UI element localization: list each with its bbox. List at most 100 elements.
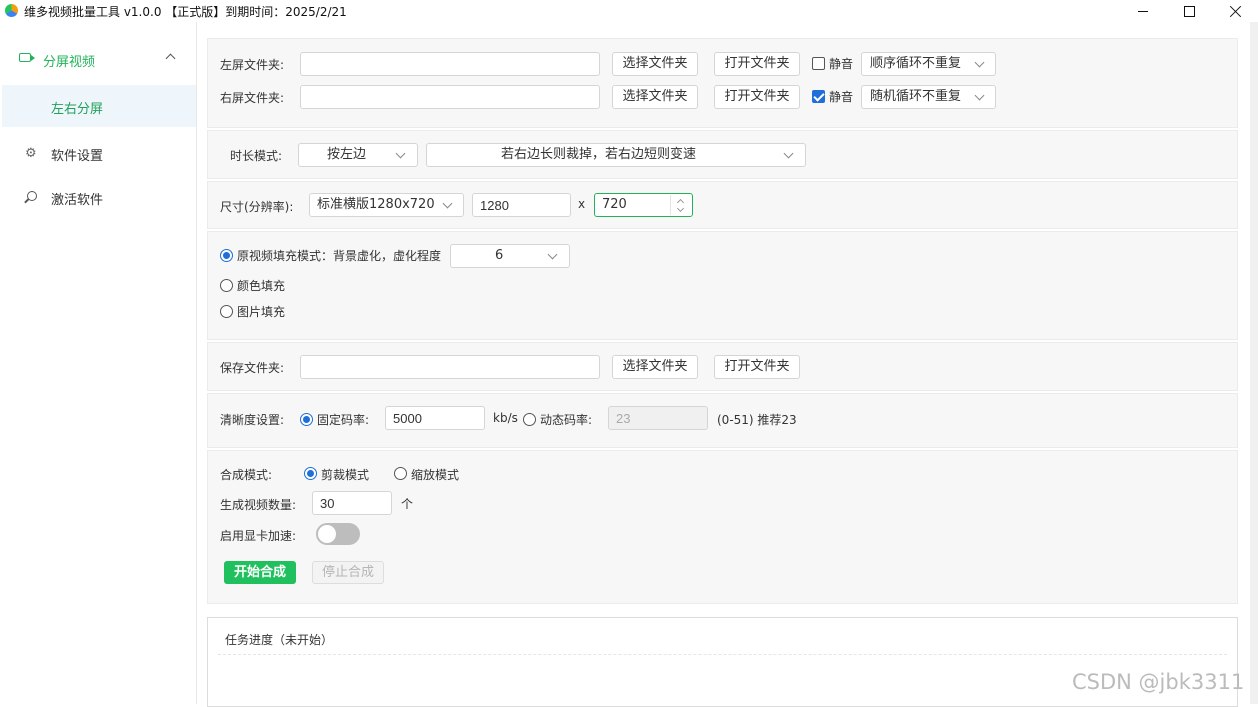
sidebar-item-settings[interactable]: ⚙ 软件设置	[0, 138, 196, 168]
watermark: CSDN @jbk3311	[1072, 670, 1245, 694]
size-label: 尺寸(分辨率):	[220, 200, 294, 214]
crop-mode-label: 剪裁模式	[321, 468, 370, 482]
size-panel: 尺寸(分辨率): 标准横版1280x720 x 720	[207, 181, 1238, 229]
left-mute-label: 静音	[829, 57, 854, 71]
start-compose-button[interactable]: 开始合成	[224, 561, 296, 584]
right-order-value: 随机循环不重复	[870, 89, 962, 104]
crop-mode-radio[interactable]	[304, 467, 317, 480]
fixed-bitrate-label: 固定码率:	[317, 413, 370, 427]
video-camera-icon	[19, 53, 35, 62]
search-icon	[27, 191, 37, 201]
video-count-label: 生成视频数量:	[220, 498, 297, 512]
width-input[interactable]	[472, 193, 571, 217]
compose-panel: 合成模式: 剪裁模式 缩放模式 生成视频数量: 个 启用显卡加速: 开始合成 停…	[207, 450, 1238, 604]
gpu-accel-toggle[interactable]	[316, 523, 360, 545]
toggle-knob	[318, 525, 336, 543]
save-folder-label: 保存文件夹:	[220, 361, 285, 375]
left-folder-label: 左屏文件夹:	[220, 58, 285, 72]
fill-color-label: 颜色填充	[237, 279, 286, 293]
sidebar-group-label: 分屏视频	[43, 55, 96, 70]
scale-mode-radio[interactable]	[394, 467, 407, 480]
chevron-down-icon	[974, 57, 985, 68]
fill-color-radio[interactable]	[220, 279, 233, 292]
duration-mode-value: 按左边	[327, 147, 367, 162]
chevron-down-icon	[783, 148, 794, 159]
sidebar-item-label: 软件设置	[51, 149, 104, 164]
save-folder-panel: 保存文件夹: 选择文件夹 打开文件夹	[207, 342, 1238, 391]
fill-blur-radio[interactable]	[220, 249, 233, 262]
chevron-down-icon[interactable]	[676, 204, 685, 213]
chevron-down-icon	[547, 249, 558, 260]
sidebar-group-split-video[interactable]: 分屏视频	[0, 44, 196, 74]
sidebar-item-activate[interactable]: 激活软件	[0, 182, 196, 212]
chevron-down-icon	[395, 148, 406, 159]
gear-icon: ⚙	[25, 146, 37, 161]
duration-rule-value: 若右边长则裁掉，若右边短则变速	[501, 147, 697, 162]
dynamic-bitrate-label: 动态码率:	[540, 413, 593, 427]
duration-panel: 时长模式: 按左边 若右边长则裁掉，若右边短则变速	[207, 130, 1238, 179]
window-title: 维多视频批量工具 v1.0.0 【正式版】到期时间：2025/2/21	[24, 5, 347, 19]
left-mute-checkbox[interactable]	[812, 57, 825, 70]
right-folder-label: 右屏文件夹:	[220, 91, 285, 105]
duration-mode-label: 时长模式:	[230, 149, 283, 163]
gpu-accel-label: 启用显卡加速:	[220, 529, 297, 543]
left-order-select[interactable]: 顺序循环不重复	[861, 52, 996, 76]
save-open-folder-button[interactable]: 打开文件夹	[714, 355, 800, 379]
minimize-button[interactable]	[1120, 0, 1166, 22]
close-icon	[1229, 5, 1242, 18]
sidebar-item-label: 激活软件	[51, 193, 104, 208]
right-open-folder-button[interactable]: 打开文件夹	[714, 85, 800, 109]
chevron-down-icon	[974, 90, 985, 101]
duration-mode-select[interactable]: 按左边	[298, 143, 418, 167]
quality-label: 清晰度设置:	[220, 413, 285, 427]
fill-mode-panel: 原视频填充模式：背景虚化，虚化程度 6 颜色填充 图片填充	[207, 231, 1238, 340]
app-logo-icon	[5, 4, 18, 17]
dynamic-bitrate-radio[interactable]	[523, 413, 536, 426]
blur-level-select[interactable]: 6	[450, 244, 570, 268]
height-stepper[interactable]: 720	[594, 193, 693, 217]
close-button[interactable]	[1212, 0, 1258, 22]
scrollbar[interactable]	[1250, 22, 1258, 704]
fixed-bitrate-input[interactable]	[385, 406, 485, 430]
fixed-bitrate-radio[interactable]	[300, 413, 313, 426]
fill-image-label: 图片填充	[237, 305, 286, 319]
scale-mode-label: 缩放模式	[411, 468, 460, 482]
blur-level-value: 6	[495, 248, 504, 263]
height-value: 720	[602, 197, 627, 212]
sidebar-item-left-right-split[interactable]: 左右分屏	[2, 85, 196, 127]
video-count-input[interactable]	[312, 491, 392, 515]
folders-panel: 左屏文件夹: 选择文件夹 打开文件夹 静音 顺序循环不重复 右屏文件夹: 选择文…	[207, 38, 1238, 128]
right-choose-folder-button[interactable]: 选择文件夹	[612, 85, 698, 109]
sidebar-item-label: 左右分屏	[51, 102, 104, 117]
divider	[218, 654, 1227, 655]
stop-compose-button[interactable]: 停止合成	[312, 561, 384, 584]
quality-panel: 清晰度设置: 固定码率: kb/s 动态码率: (0-51) 推荐23	[207, 393, 1238, 448]
dynamic-bitrate-input[interactable]	[608, 406, 708, 430]
fill-image-radio[interactable]	[220, 305, 233, 318]
left-choose-folder-button[interactable]: 选择文件夹	[612, 52, 698, 76]
left-order-value: 顺序循环不重复	[870, 56, 962, 71]
right-mute-label: 静音	[829, 90, 854, 104]
fill-blur-label: 原视频填充模式：背景虚化，虚化程度	[237, 249, 442, 263]
chevron-up-icon[interactable]	[165, 53, 176, 64]
sidebar: 分屏视频 左右分屏 ⚙ 软件设置 激活软件	[0, 22, 197, 704]
right-folder-input[interactable]	[300, 85, 600, 109]
duration-rule-select[interactable]: 若右边长则裁掉，若右边短则变速	[426, 143, 806, 167]
right-order-select[interactable]: 随机循环不重复	[861, 85, 996, 109]
left-folder-input[interactable]	[300, 52, 600, 76]
chevron-down-icon	[442, 198, 453, 209]
compose-mode-label: 合成模式:	[220, 468, 273, 482]
size-separator: x	[578, 197, 586, 211]
save-choose-folder-button[interactable]: 选择文件夹	[612, 355, 698, 379]
maximize-button[interactable]	[1166, 0, 1212, 22]
title-bar: 维多视频批量工具 v1.0.0 【正式版】到期时间：2025/2/21	[0, 0, 1258, 22]
size-preset-value: 标准横版1280x720	[317, 197, 435, 212]
right-mute-checkbox[interactable]	[812, 90, 825, 103]
spin-buttons[interactable]	[670, 195, 691, 215]
size-preset-select[interactable]: 标准横版1280x720	[309, 193, 464, 217]
left-open-folder-button[interactable]: 打开文件夹	[714, 52, 800, 76]
dynamic-bitrate-hint: (0-51) 推荐23	[717, 413, 797, 427]
video-count-unit: 个	[401, 497, 414, 511]
minimize-icon	[1138, 10, 1148, 12]
save-folder-input[interactable]	[300, 355, 600, 379]
